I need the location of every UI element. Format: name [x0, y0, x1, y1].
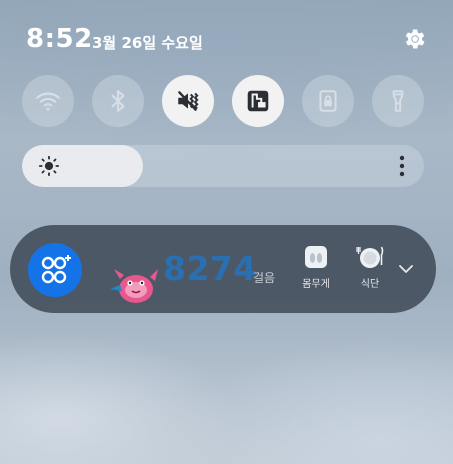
- health-widget[interactable]: 8274 걸음 몸무게 식단: [10, 225, 436, 313]
- health-logo-icon: [41, 255, 71, 284]
- bluetooth-icon: [111, 90, 125, 112]
- shortcut-meal-label: 식단: [360, 279, 380, 290]
- shortcut-meal[interactable]: 식단: [348, 241, 392, 299]
- chevron-down-icon[interactable]: [398, 263, 414, 275]
- meal-icon: [356, 246, 384, 268]
- mascot-character-icon: [110, 269, 158, 303]
- mute-vibrate-icon: [178, 91, 199, 111]
- wifi-icon: [36, 92, 60, 111]
- flashlight-icon: [392, 90, 404, 112]
- bluetooth-toggle[interactable]: [92, 75, 144, 127]
- flashlight-toggle[interactable]: [372, 75, 424, 127]
- sound-toggle[interactable]: [162, 75, 214, 127]
- shortcut-weight[interactable]: 몸무게: [294, 241, 338, 299]
- lock-icon: [319, 90, 337, 112]
- step-unit: 걸음: [253, 271, 276, 285]
- step-count: 8274: [163, 249, 257, 288]
- brightness-slider[interactable]: [22, 145, 424, 187]
- date-label[interactable]: 3월 26일 수요일: [92, 32, 203, 53]
- nfc-icon: [247, 90, 269, 112]
- quick-toggles: [22, 75, 424, 129]
- wifi-toggle[interactable]: [22, 75, 74, 127]
- status-header: 8:52 3월 26일 수요일: [26, 22, 427, 60]
- clock-time[interactable]: 8:52: [26, 24, 93, 54]
- brightness-sun-icon: [38, 155, 60, 177]
- shortcut-weight-label: 몸무게: [302, 279, 330, 290]
- more-options-icon[interactable]: [392, 152, 412, 180]
- nfc-toggle[interactable]: [232, 75, 284, 127]
- scale-icon: [305, 246, 327, 268]
- settings-gear-icon[interactable]: [401, 26, 427, 52]
- samsung-health-logo[interactable]: [28, 243, 82, 297]
- screen-lock-toggle[interactable]: [302, 75, 354, 127]
